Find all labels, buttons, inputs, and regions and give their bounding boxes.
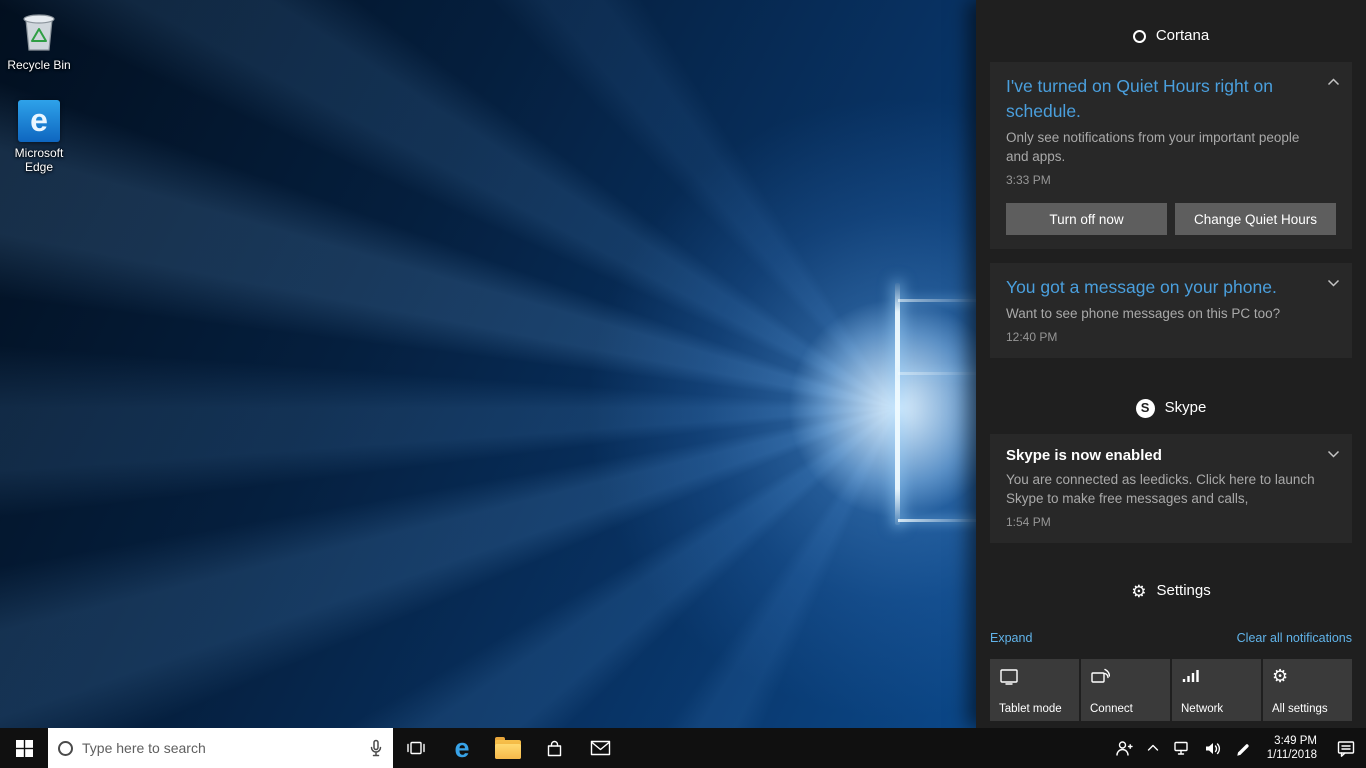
quick-action-label: Tablet mode bbox=[999, 703, 1062, 715]
group-header-label: Cortana bbox=[1156, 26, 1209, 46]
chevron-up-icon bbox=[1147, 744, 1159, 752]
group-header-label: Skype bbox=[1165, 398, 1207, 418]
system-tray: 3:49 PM 1/11/2018 bbox=[1108, 728, 1366, 768]
gear-icon: ⚙ bbox=[1272, 667, 1288, 685]
expand-chevron-icon[interactable] bbox=[1327, 450, 1340, 458]
people-icon bbox=[1115, 740, 1133, 757]
group-header-label: Settings bbox=[1157, 581, 1211, 601]
notification-title: I've turned on Quiet Hours right on sche… bbox=[1006, 74, 1336, 124]
taskbar-store-button[interactable] bbox=[531, 728, 577, 768]
action-center-button[interactable] bbox=[1326, 728, 1366, 768]
pen-icon bbox=[1235, 740, 1251, 756]
wallpaper-light-beam bbox=[898, 372, 976, 375]
quick-action-label: Connect bbox=[1090, 703, 1133, 715]
tray-volume-button[interactable] bbox=[1197, 728, 1228, 768]
store-icon bbox=[545, 739, 564, 758]
mail-icon bbox=[590, 740, 611, 756]
wallpaper-light-beam bbox=[898, 299, 976, 302]
quick-action-tablet-mode[interactable]: Tablet mode bbox=[990, 659, 1079, 721]
group-header-skype[interactable]: S Skype bbox=[990, 398, 1352, 418]
taskbar-edge-button[interactable]: e bbox=[439, 728, 485, 768]
notification-icon bbox=[1337, 740, 1355, 757]
taskbar: e bbox=[0, 728, 1366, 768]
turn-off-now-button[interactable]: Turn off now bbox=[1006, 203, 1167, 235]
connect-icon bbox=[1090, 667, 1110, 685]
speaker-icon bbox=[1204, 741, 1221, 756]
taskbar-file-explorer-button[interactable] bbox=[485, 728, 531, 768]
notification-body: Want to see phone messages on this PC to… bbox=[1006, 304, 1336, 323]
tablet-mode-icon bbox=[999, 667, 1019, 685]
edge-icon: e bbox=[18, 100, 60, 142]
gear-icon: ⚙ bbox=[1131, 583, 1146, 600]
desktop-icon-microsoft-edge[interactable]: e Microsoft Edge bbox=[0, 100, 78, 174]
notification-phone-message[interactable]: You got a message on your phone. Want to… bbox=[990, 263, 1352, 358]
group-header-settings[interactable]: ⚙ Settings bbox=[990, 581, 1352, 601]
quick-action-connect[interactable]: Connect bbox=[1081, 659, 1170, 721]
action-center-panel: Cortana I've turned on Quiet Hours right… bbox=[976, 0, 1366, 728]
notification-time: 1:54 PM bbox=[1006, 515, 1336, 529]
quick-actions-row: Tablet mode Connect Network ⚙ All settin… bbox=[990, 659, 1352, 721]
tray-network-button[interactable] bbox=[1166, 728, 1197, 768]
wallpaper-light-beam bbox=[898, 519, 976, 522]
notification-body: You are connected as leedicks. Click her… bbox=[1006, 470, 1336, 508]
desktop-icon-label: Recycle Bin bbox=[7, 58, 70, 72]
network-icon bbox=[1173, 740, 1190, 756]
action-center-links: Expand Clear all notifications bbox=[990, 631, 1352, 645]
microphone-icon[interactable] bbox=[369, 739, 383, 758]
group-header-cortana[interactable]: Cortana bbox=[990, 26, 1352, 46]
taskbar-search-box[interactable] bbox=[48, 728, 393, 768]
quick-action-label: All settings bbox=[1272, 703, 1328, 715]
screen: Recycle Bin e Microsoft Edge Cortana I'v… bbox=[0, 0, 1366, 768]
collapse-chevron-icon[interactable] bbox=[1327, 78, 1340, 86]
start-button[interactable] bbox=[0, 728, 48, 768]
desktop-icon-label: Microsoft Edge bbox=[0, 146, 78, 174]
network-icon bbox=[1181, 667, 1201, 685]
windows-ink-button[interactable] bbox=[1228, 728, 1258, 768]
expand-chevron-icon[interactable] bbox=[1327, 279, 1340, 287]
desktop-icon-recycle-bin[interactable]: Recycle Bin bbox=[0, 8, 78, 72]
search-input[interactable] bbox=[82, 740, 360, 756]
cortana-icon bbox=[58, 741, 73, 756]
notification-title: Skype is now enabled bbox=[1006, 446, 1336, 466]
quick-action-label: Network bbox=[1181, 703, 1223, 715]
skype-icon: S bbox=[1136, 399, 1155, 418]
edge-icon: e bbox=[454, 735, 469, 762]
clock-time: 3:49 PM bbox=[1267, 734, 1317, 748]
quick-action-network[interactable]: Network bbox=[1172, 659, 1261, 721]
task-view-icon bbox=[406, 740, 426, 756]
cortana-icon bbox=[1133, 30, 1146, 43]
people-button[interactable] bbox=[1108, 728, 1140, 768]
notification-quiet-hours[interactable]: I've turned on Quiet Hours right on sche… bbox=[990, 62, 1352, 249]
show-hidden-icons-button[interactable] bbox=[1140, 728, 1166, 768]
notification-actions: Turn off now Change Quiet Hours bbox=[1006, 203, 1336, 235]
clock-date: 1/11/2018 bbox=[1267, 748, 1317, 762]
taskbar-clock[interactable]: 3:49 PM 1/11/2018 bbox=[1258, 734, 1326, 762]
notification-title: You got a message on your phone. bbox=[1006, 275, 1336, 300]
task-view-button[interactable] bbox=[393, 728, 439, 768]
taskbar-mail-button[interactable] bbox=[577, 728, 623, 768]
wallpaper-window-light bbox=[895, 283, 900, 525]
file-explorer-icon bbox=[495, 740, 521, 759]
notification-time: 3:33 PM bbox=[1006, 173, 1336, 187]
recycle-bin-icon bbox=[19, 8, 59, 54]
change-quiet-hours-button[interactable]: Change Quiet Hours bbox=[1175, 203, 1336, 235]
clear-all-notifications-link[interactable]: Clear all notifications bbox=[1237, 631, 1352, 645]
notification-time: 12:40 PM bbox=[1006, 330, 1336, 344]
notification-skype-enabled[interactable]: Skype is now enabled You are connected a… bbox=[990, 434, 1352, 543]
notification-body: Only see notifications from your importa… bbox=[1006, 128, 1336, 166]
windows-logo-icon bbox=[16, 740, 33, 757]
quick-action-all-settings[interactable]: ⚙ All settings bbox=[1263, 659, 1352, 721]
expand-link[interactable]: Expand bbox=[990, 631, 1032, 645]
